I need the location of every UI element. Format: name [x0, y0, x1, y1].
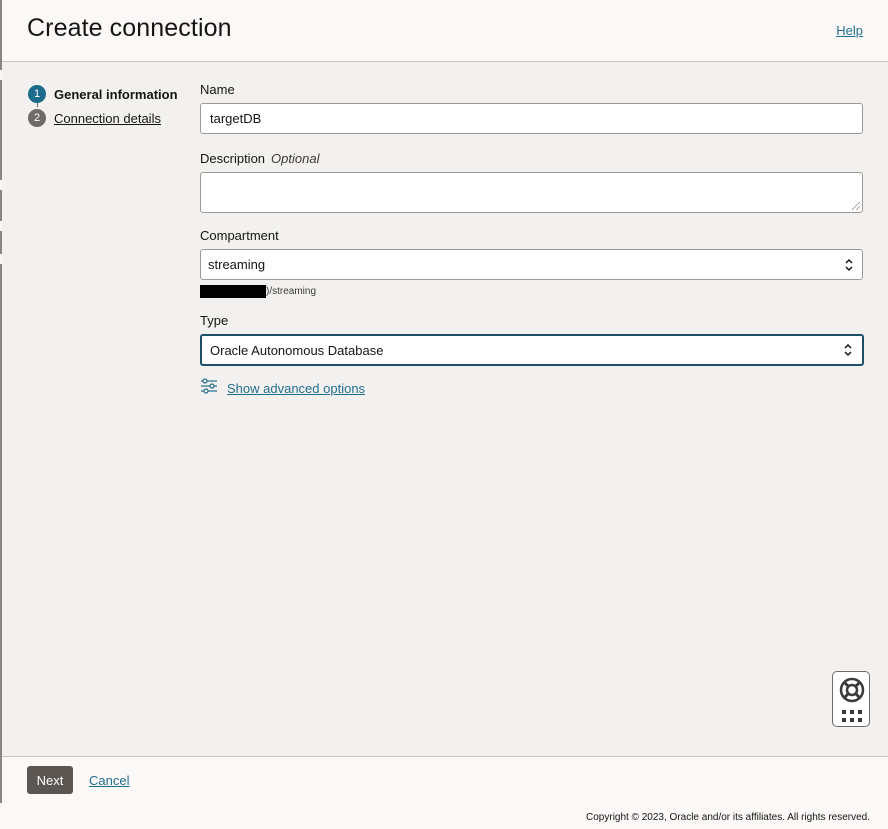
page-title: Create connection — [27, 14, 232, 42]
step-connection-details[interactable]: 2 Connection details — [28, 106, 198, 130]
next-button[interactable]: Next — [27, 766, 73, 794]
name-label: Name — [200, 82, 235, 97]
show-advanced-options-link[interactable]: Show advanced options — [227, 381, 365, 396]
copyright-text: Copyright © 2023, Oracle and/or its affi… — [586, 812, 870, 823]
type-label: Type — [200, 313, 229, 328]
redacted-block — [200, 284, 266, 298]
help-link[interactable]: Help — [836, 23, 863, 38]
step-label: General information — [54, 86, 178, 102]
description-field[interactable] — [200, 172, 863, 213]
type-select[interactable]: Oracle Autonomous Database — [200, 334, 864, 366]
cancel-link[interactable]: Cancel — [89, 773, 129, 788]
resize-handle[interactable] — [852, 202, 860, 210]
compartment-path-text: )/streaming — [266, 285, 317, 297]
panel-footer: Next Cancel — [2, 756, 888, 803]
step-general-information: 1 General information — [28, 82, 198, 106]
name-field[interactable]: targetDB — [200, 103, 863, 134]
optional-hint: Optional — [271, 151, 320, 166]
wizard-steps: 1 General information 2 Connection detai… — [28, 82, 198, 130]
panel-header: Create connection Help — [2, 0, 888, 62]
compartment-value: streaming — [208, 257, 266, 272]
create-connection-panel: Create connection Help 1 General informa… — [2, 0, 888, 803]
name-field-value: targetDB — [210, 111, 262, 126]
life-ring-icon[interactable] — [838, 676, 866, 709]
compartment-path: )/streaming — [200, 284, 864, 298]
floating-help-widget[interactable] — [832, 671, 870, 727]
type-value: Oracle Autonomous Database — [210, 342, 384, 358]
step-number-badge: 1 — [28, 85, 46, 103]
step-number-badge: 2 — [28, 109, 46, 127]
chevron-up-down-icon — [843, 257, 855, 273]
sliders-icon — [200, 377, 218, 400]
compartment-label: Compartment — [200, 228, 279, 243]
advanced-options-toggle[interactable]: Show advanced options — [200, 377, 864, 400]
compartment-select[interactable]: streaming — [200, 249, 863, 280]
grid-icon[interactable] — [842, 709, 862, 727]
description-label: Description Optional — [200, 151, 320, 166]
step-link[interactable]: Connection details — [54, 111, 161, 126]
chevron-up-down-icon — [842, 342, 854, 358]
connection-form: Name targetDB Description Optional Compar… — [200, 82, 864, 397]
